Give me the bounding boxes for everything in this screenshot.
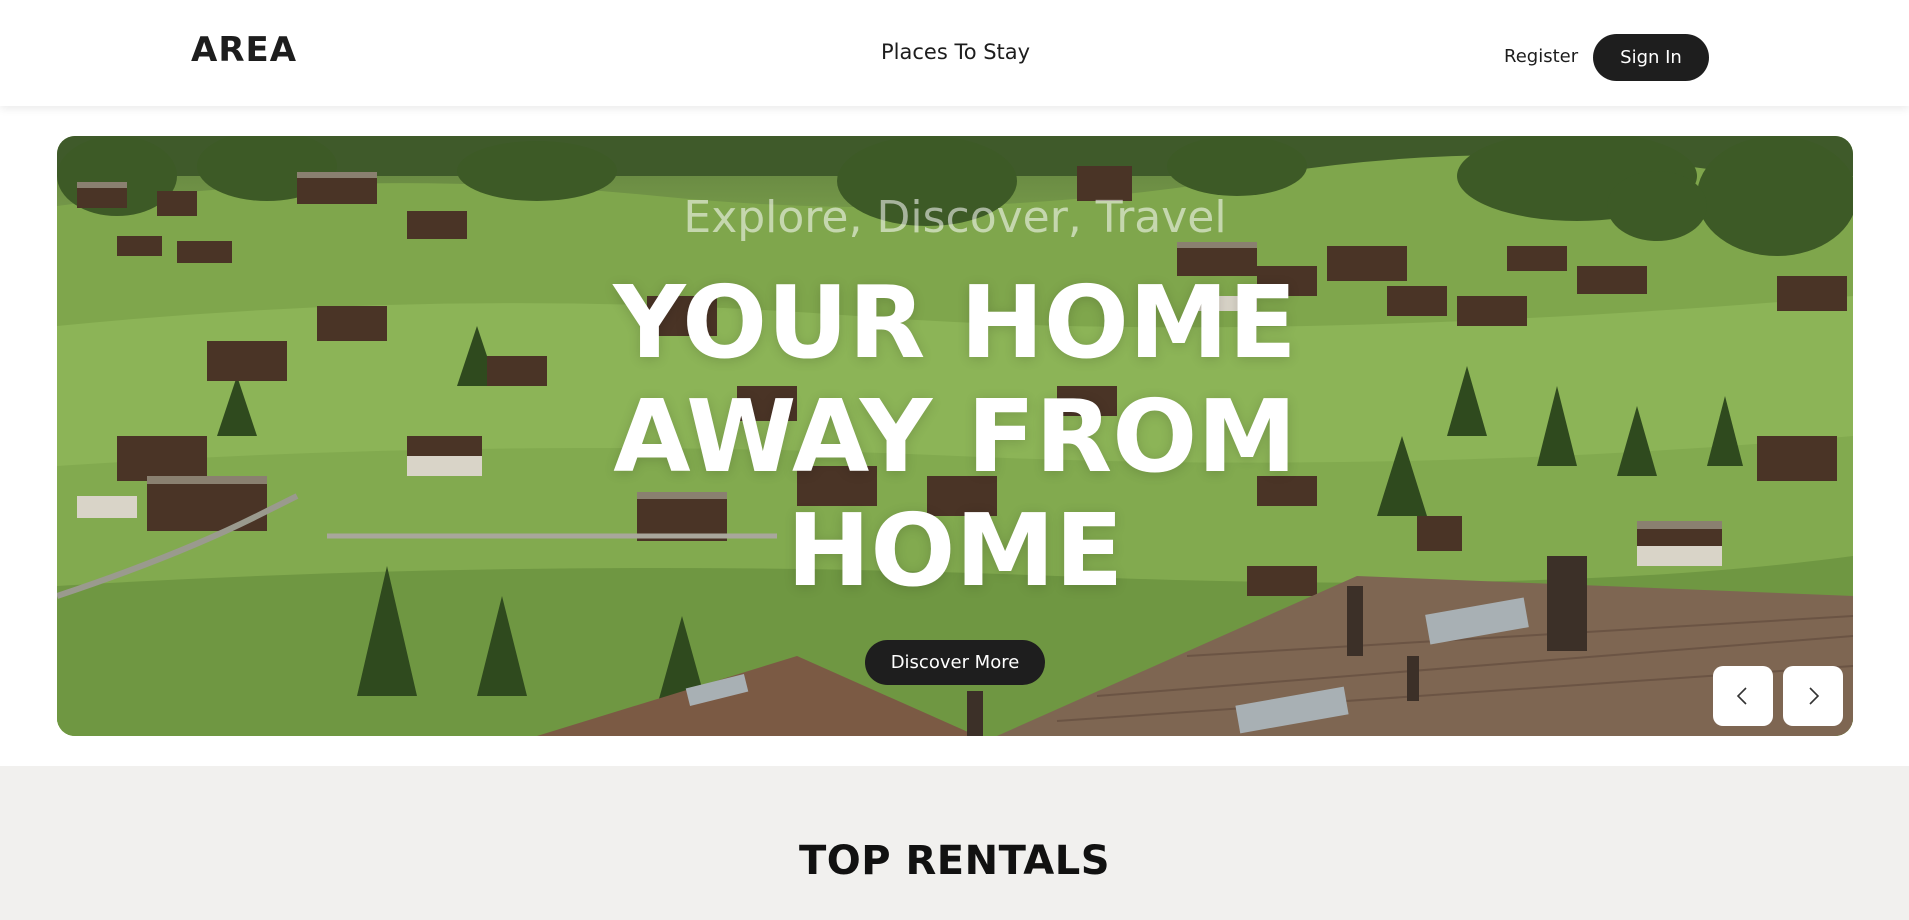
- chevron-left-icon: [1736, 687, 1747, 705]
- sign-in-button[interactable]: Sign In: [1593, 34, 1709, 81]
- nav-link-places-to-stay[interactable]: Places To Stay: [881, 40, 1030, 64]
- carousel-next-button[interactable]: [1783, 666, 1843, 726]
- hero-banner: Explore, Discover, Travel YOUR HOME AWAY…: [57, 136, 1853, 736]
- section-title: TOP RENTALS: [798, 838, 1111, 884]
- hero-subtitle: Explore, Discover, Travel: [683, 192, 1227, 243]
- top-rentals-section: TOP RENTALS: [0, 766, 1909, 920]
- hero-title: YOUR HOME AWAY FROM HOME: [613, 264, 1297, 609]
- site-header: AREA Places To Stay Register Sign In: [0, 0, 1909, 106]
- logo[interactable]: AREA: [191, 30, 297, 70]
- chevron-right-icon: [1809, 687, 1820, 705]
- discover-more-button[interactable]: Discover More: [865, 640, 1045, 685]
- carousel-prev-button[interactable]: [1713, 666, 1773, 726]
- register-link[interactable]: Register: [1504, 46, 1578, 67]
